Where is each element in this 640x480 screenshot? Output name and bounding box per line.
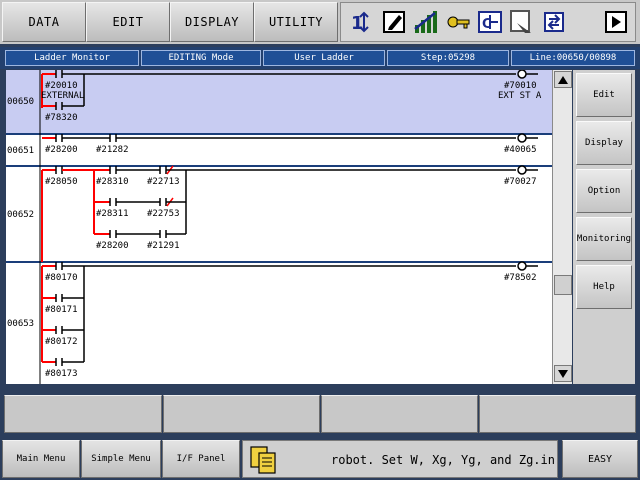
arrow-up-icon (558, 75, 568, 84)
page-forward-icon[interactable] (603, 9, 629, 35)
status-step: Step:05298 (387, 50, 509, 66)
status-row: Ladder Monitor EDITING Mode User Ladder … (0, 47, 640, 69)
display-button[interactable]: Display (576, 121, 632, 165)
coil-653: #78502 (504, 273, 537, 283)
edit-mode-icon[interactable] (381, 9, 407, 35)
cycle-icon[interactable] (541, 9, 567, 35)
scroll-thumb[interactable] (554, 275, 572, 295)
coil-650: #70010 (504, 81, 537, 91)
help-button[interactable]: Help (576, 265, 632, 309)
right-button-panel: Edit Display Option Monitoring Help (573, 70, 635, 384)
edit-button[interactable]: Edit (576, 73, 632, 117)
scroll-up-button[interactable] (554, 71, 572, 88)
contact-652g: #21291 (147, 241, 180, 251)
signal-level-icon[interactable] (413, 9, 439, 35)
contact-652c: #22713 (147, 177, 180, 187)
contact-652b: #28310 (96, 177, 129, 187)
function-key-1[interactable] (4, 395, 162, 433)
message-area[interactable]: robot. Set W, Xg, Yg, and Zg.in (242, 440, 558, 478)
rung-number-651[interactable]: 00651 (6, 135, 39, 166)
clipboard-icon (250, 446, 276, 474)
contact-650c: #78320 (45, 113, 78, 123)
menu-display-button[interactable]: DISPLAY (170, 2, 254, 42)
option-button[interactable]: Option (576, 169, 632, 213)
step-arrow-icon[interactable] (509, 9, 535, 35)
contact-652a: #28050 (45, 177, 78, 187)
simple-menu-button[interactable]: Simple Menu (81, 440, 161, 478)
axis-order-icon[interactable]: 1 (349, 9, 375, 35)
bottom-bar: Main Menu Simple Menu I/F Panel robot. S… (0, 438, 640, 480)
contact-653b: #80171 (45, 305, 78, 315)
status-mode: EDITING Mode (141, 50, 261, 66)
message-text: robot. Set W, Xg, Yg, and Zg.in (331, 453, 555, 467)
contact-651b: #21282 (96, 145, 129, 155)
if-panel-button[interactable]: I/F Panel (162, 440, 240, 478)
key-icon[interactable] (445, 9, 471, 35)
rung-651: #28200 #21282 #40065 (42, 133, 538, 155)
contact-653d: #80173 (45, 369, 78, 379)
rung-653: #80170 #80171 #80172 #80173 #78502 (41, 261, 538, 379)
contact-653a: #80170 (45, 273, 78, 283)
status-line: Line:00650/00898 (511, 50, 635, 66)
contact-653c: #80172 (45, 337, 78, 347)
contact-652d: #28311 (96, 209, 129, 219)
contact-652f: #28200 (96, 241, 129, 251)
status-icon-bar: 1 C (340, 2, 636, 42)
rung-number-653[interactable]: 00653 (6, 263, 39, 384)
rung-652: #28050 #28310 #22713 #28311 #22753 #2820… (41, 165, 538, 262)
contact-652e: #22753 (147, 209, 180, 219)
ladder-view[interactable]: #20010 EXTERNAL #78320 #70010 EXT ST A #… (6, 70, 552, 384)
vertical-scrollbar[interactable] (552, 70, 572, 384)
arrow-down-icon (558, 369, 568, 378)
contact-651a: #28200 (45, 145, 78, 155)
scroll-down-button[interactable] (554, 365, 572, 382)
function-key-3[interactable] (321, 395, 478, 433)
function-key-2[interactable] (163, 395, 320, 433)
contact-650a: #20010 (45, 81, 78, 91)
menu-data-button[interactable]: DATA (2, 2, 86, 42)
function-key-bar (0, 392, 640, 436)
coil-651: #40065 (504, 145, 537, 155)
easy-button[interactable]: EASY (562, 440, 638, 478)
menu-utility-button[interactable]: UTILITY (254, 2, 338, 42)
status-monitor: Ladder Monitor (5, 50, 139, 66)
status-ladder: User Ladder (263, 50, 385, 66)
selected-rung-highlight (6, 70, 552, 133)
function-key-4[interactable] (479, 395, 636, 433)
tool-frame-icon[interactable]: C (477, 9, 503, 35)
coil-650-label: EXT ST A (498, 91, 542, 101)
monitoring-button[interactable]: Monitoring (576, 217, 632, 261)
contact-650a-label: EXTERNAL (41, 91, 84, 101)
rung-number-652[interactable]: 00652 (6, 167, 39, 262)
coil-652: #70027 (504, 177, 537, 187)
menu-edit-button[interactable]: EDIT (86, 2, 170, 42)
rung-number-650[interactable]: 00650 (6, 70, 39, 133)
ladder-diagram: #20010 EXTERNAL #78320 #70010 EXT ST A #… (6, 70, 552, 384)
main-menu-button[interactable]: Main Menu (2, 440, 80, 478)
top-menu-bar: DATA EDIT DISPLAY UTILITY 1 C (0, 0, 640, 44)
